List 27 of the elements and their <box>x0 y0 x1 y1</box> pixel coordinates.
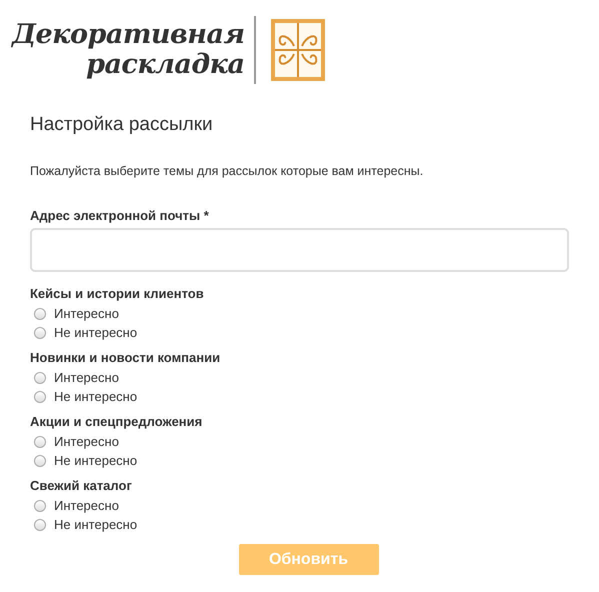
radio-label[interactable]: Не интересно <box>54 325 138 340</box>
page-title: Настройка рассылки <box>30 113 214 137</box>
ornament-window-icon <box>270 18 326 82</box>
radio-button[interactable] <box>34 518 46 530</box>
radio-button[interactable] <box>34 454 46 466</box>
radio-label[interactable]: Не интересно <box>54 389 138 404</box>
description-text: Пожалуйста выберите темы для рассылок которые вам интересны. <box>30 164 424 178</box>
topic-heading: Акции и спецпредложения <box>30 413 204 431</box>
radio-button[interactable] <box>34 390 46 402</box>
topic-heading: Кейсы и истории клиентов <box>30 285 205 303</box>
logo-text: раскладка <box>86 50 244 80</box>
radio-button[interactable] <box>34 326 46 338</box>
radio-button[interactable] <box>34 500 46 512</box>
email-field[interactable] <box>30 228 569 272</box>
radio-button[interactable] <box>34 372 46 384</box>
radio-label[interactable]: Не интересно <box>54 453 138 468</box>
radio-label[interactable]: Интересно <box>54 370 119 385</box>
topic-heading: Свежий каталог <box>30 477 133 495</box>
radio-label[interactable]: Интересно <box>54 434 119 449</box>
logo-text: Декоративная <box>12 20 244 50</box>
field-label: Адрес электронной почты * <box>30 208 210 223</box>
radio-button[interactable] <box>34 436 46 448</box>
radio-label[interactable]: Интересно <box>54 306 119 321</box>
radio-button[interactable] <box>34 308 46 320</box>
topic-heading: Новинки и новости компании <box>30 349 222 367</box>
radio-label[interactable]: Интересно <box>54 498 119 513</box>
radio-label[interactable]: Не интересно <box>54 517 138 532</box>
